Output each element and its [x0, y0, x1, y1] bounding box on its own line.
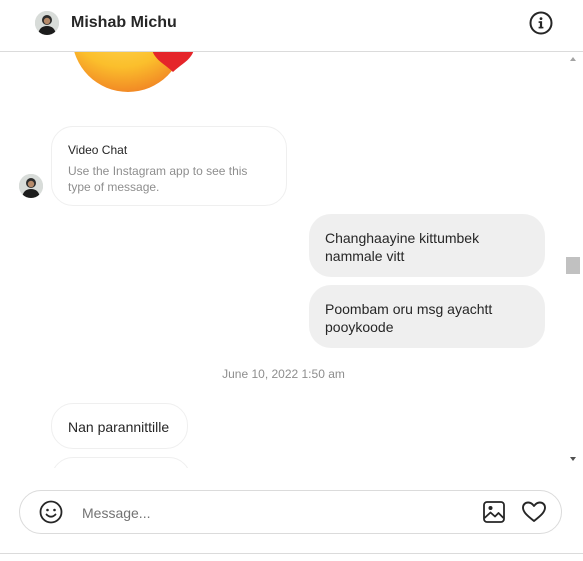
header-avatar[interactable]: [35, 11, 59, 35]
message-composer: [19, 490, 562, 534]
heart-icon[interactable]: [521, 500, 547, 524]
outgoing-message[interactable]: Poombam oru msg ayachtt pooykoode: [309, 285, 545, 348]
image-icon[interactable]: [482, 500, 506, 524]
video-chat-title: Video Chat: [68, 143, 128, 157]
message-input[interactable]: [80, 502, 464, 524]
incoming-message[interactable]: Nan parannittille: [51, 403, 188, 449]
info-icon[interactable]: [529, 11, 553, 35]
bottom-divider: [0, 553, 583, 554]
message-thread[interactable]: Video Chat Use the Instagram app to see …: [0, 52, 567, 468]
thread-scrollbar[interactable]: [566, 52, 583, 468]
message-timestamp: June 10, 2022 1:50 am: [222, 367, 345, 381]
scroll-up-arrow-icon[interactable]: [566, 52, 580, 66]
kiss-emoji-icon: [70, 52, 200, 97]
sender-avatar[interactable]: [19, 174, 43, 198]
scroll-down-arrow-icon[interactable]: [566, 452, 580, 466]
incoming-message-partial[interactable]: [51, 457, 191, 468]
video-chat-message[interactable]: Video Chat Use the Instagram app to see …: [51, 126, 287, 206]
contact-name[interactable]: Mishab Michu: [71, 14, 177, 32]
video-chat-subtitle: Use the Instagram app to see this type o…: [68, 164, 248, 194]
chat-header: Mishab Michu: [0, 0, 583, 52]
outgoing-message[interactable]: Changhaayine kittumbek nammale vitt: [309, 214, 545, 277]
smiley-icon[interactable]: [39, 500, 63, 524]
scrollbar-thumb[interactable]: [566, 257, 580, 274]
